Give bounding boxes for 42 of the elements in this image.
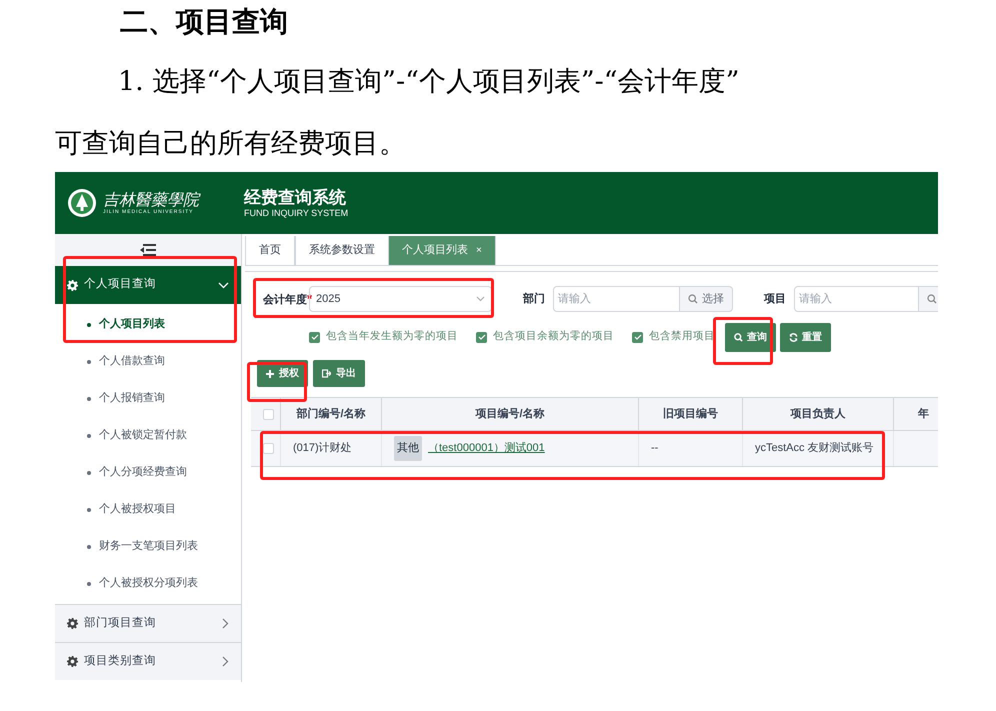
sidebar-item[interactable]: 个人借款查询 [55, 343, 241, 380]
paragraph-text: 1. 选择“个人项目查询”-“个人项目列表”-“会计年度” [118, 65, 740, 99]
tab[interactable]: 首页 [245, 236, 295, 265]
sidebar-item[interactable]: 个人被锁定暂付款 [55, 417, 241, 454]
sidebar-item[interactable]: 个人被授权分项列表 [55, 565, 241, 602]
field-label: 部门 [523, 292, 545, 307]
checkbox-label: 包含禁用项目 [649, 329, 715, 344]
column-header: 部门编号/名称 [296, 406, 366, 422]
input-field[interactable]: 请输入 [553, 286, 680, 312]
sidebar-item[interactable]: 个人分项经费查询 [55, 454, 241, 491]
system-subtitle: FUND INQUIRY SYSTEM [244, 208, 348, 218]
sidebar-group[interactable]: 部门项目查询 [55, 604, 241, 642]
field-label: 项目 [764, 292, 786, 307]
column-header: 旧项目编号 [663, 406, 718, 422]
sidebar-group[interactable]: 个人项目查询 [55, 266, 241, 304]
table-cell-text: (017)计财处 [293, 441, 352, 456]
sidebar-item[interactable]: 个人项目列表 [55, 306, 241, 343]
column-header: 年 [918, 406, 929, 422]
sidebar-item[interactable]: 财务一支笔项目列表 [55, 528, 241, 565]
column-header: 项目负责人 [790, 406, 846, 422]
sidebar-item[interactable]: 个人被授权项目 [55, 491, 241, 528]
select-button[interactable]: 选择 [680, 286, 733, 312]
project-link[interactable]: （test000001）测试001 [428, 440, 545, 457]
tab[interactable]: 个人项目列表 × [389, 236, 496, 265]
table-cell-text: ycTestAcc 友财测试账号 [755, 441, 874, 456]
export-button[interactable]: 导出 [313, 360, 365, 387]
input-field[interactable]: 请输入 [794, 286, 919, 312]
checkbox-label: 包含项目余额为零的项目 [493, 329, 614, 344]
school-name: 吉林醫藥學院 [103, 190, 199, 208]
sidebar-group[interactable]: 项目类别查询 [55, 642, 241, 680]
close-icon[interactable]: × [476, 243, 482, 258]
search-button[interactable]: 查询 [725, 322, 776, 352]
category-tag: 其他 [394, 436, 422, 461]
column-header: 项目编号/名称 [475, 406, 545, 422]
sidebar-item[interactable]: 个人报销查询 [55, 380, 241, 417]
section-heading: 二、项目查询 [120, 4, 288, 40]
checkbox-label: 包含当年发生额为零的项目 [326, 329, 458, 344]
table-cell-text: -- [651, 441, 658, 456]
tab[interactable]: 系统参数设置 [295, 236, 389, 265]
reset-button[interactable]: 重置 [780, 322, 831, 352]
system-title: 经费查询系统 [244, 188, 347, 208]
paragraph-text: 可查询自己的所有经费项目。 [55, 127, 406, 161]
